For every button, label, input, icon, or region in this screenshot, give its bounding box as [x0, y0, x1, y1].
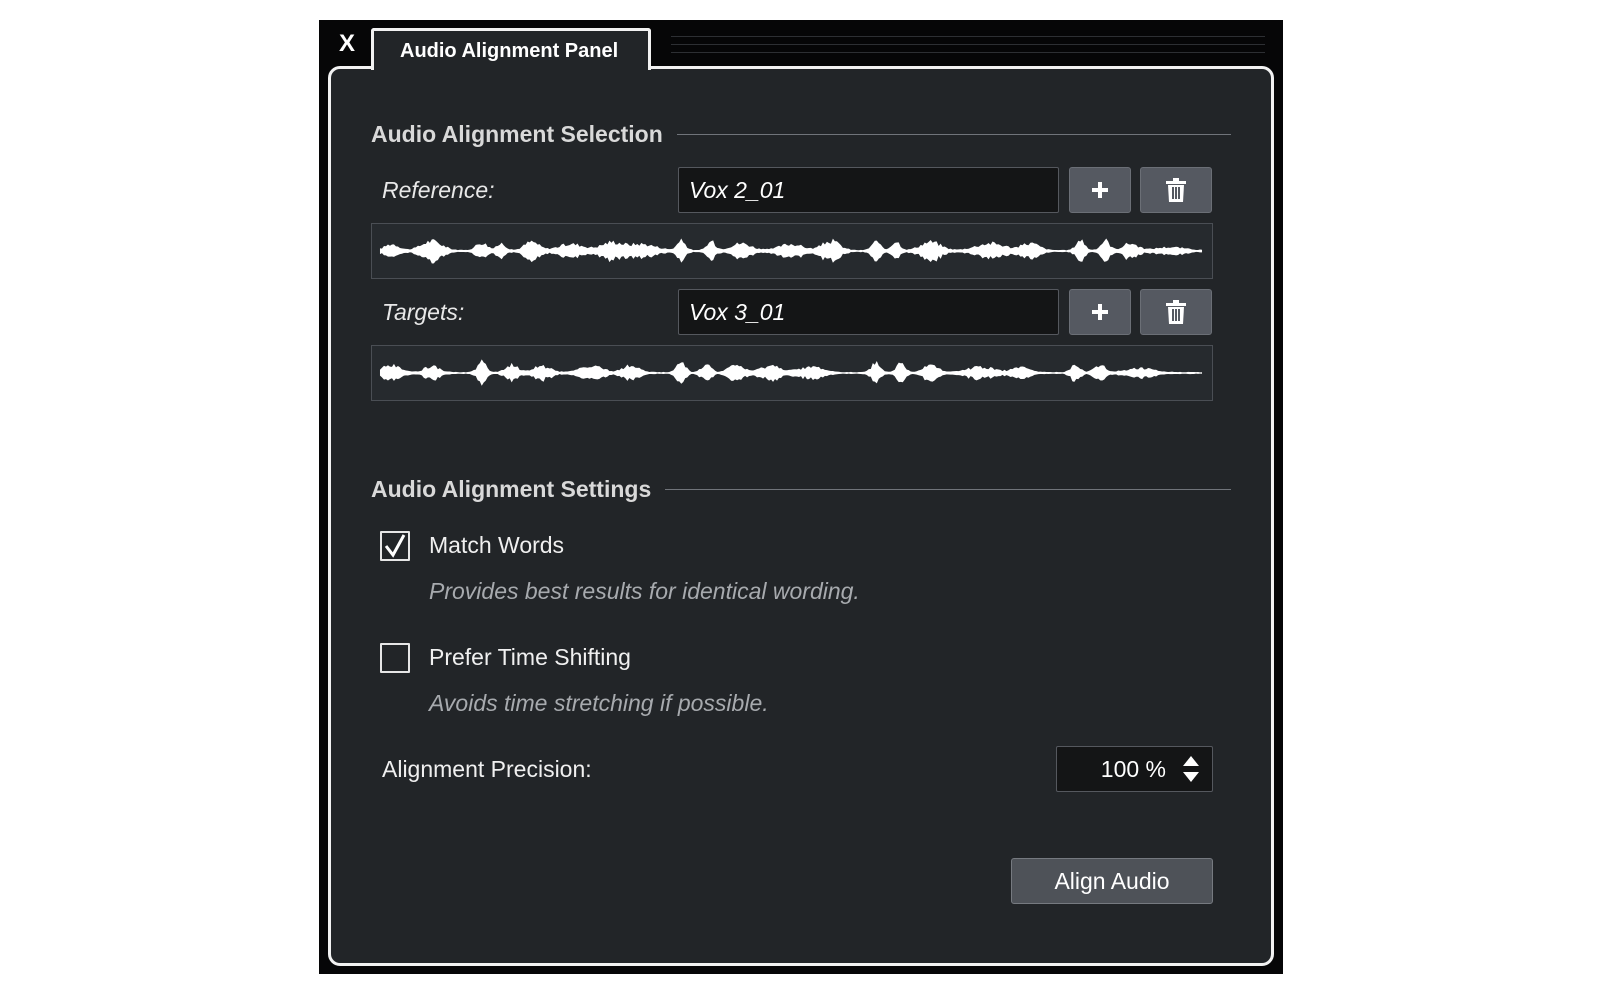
alignment-panel: Audio Alignment Selection Reference: Vox…: [328, 66, 1274, 966]
reference-field[interactable]: Vox 2_01: [678, 167, 1059, 213]
up-down-arrows-icon[interactable]: [1182, 755, 1200, 783]
prefer-time-shifting-label[interactable]: Prefer Time Shifting: [429, 642, 631, 672]
remove-target-button[interactable]: [1140, 289, 1212, 335]
prefer-time-shifting-description: Avoids time stretching if possible.: [429, 690, 769, 716]
selection-section-title: Audio Alignment Selection: [371, 119, 1231, 149]
reference-waveform: [371, 223, 1213, 279]
match-words-description: Provides best results for identical word…: [429, 578, 860, 604]
align-audio-button[interactable]: Align Audio: [1011, 858, 1213, 904]
alignment-precision-value[interactable]: 100 %: [1101, 747, 1166, 791]
reference-waveform-graphic: [379, 238, 1203, 264]
selection-section-label: Audio Alignment Selection: [371, 121, 663, 147]
targets-waveform-graphic: [379, 359, 1203, 386]
alignment-precision-stepper[interactable]: 100 %: [1056, 746, 1213, 792]
section-divider: [676, 133, 1231, 135]
add-target-button[interactable]: [1069, 289, 1131, 335]
waveform-path: [379, 359, 1203, 386]
prefer-time-shifting-checkbox[interactable]: [380, 643, 410, 673]
targets-field[interactable]: Vox 3_01: [678, 289, 1059, 335]
waveform-path: [379, 238, 1203, 264]
remove-reference-button[interactable]: [1140, 167, 1212, 213]
title-bar-rule: [671, 36, 1265, 37]
title-bar-rule: [671, 52, 1265, 53]
settings-section-title: Audio Alignment Settings: [371, 474, 1231, 504]
audio-alignment-window: X Audio Alignment Panel Audio Alignment …: [319, 20, 1283, 974]
settings-section-label: Audio Alignment Settings: [371, 476, 652, 502]
trash-icon: [1166, 178, 1186, 202]
checkmark-icon: [384, 534, 406, 558]
tab-connector: [374, 64, 648, 70]
targets-waveform: [371, 345, 1213, 401]
targets-label: Targets:: [382, 299, 465, 325]
add-reference-button[interactable]: [1069, 167, 1131, 213]
alignment-precision-label: Alignment Precision:: [382, 756, 592, 782]
match-words-checkbox[interactable]: [380, 531, 410, 561]
plus-icon: [1092, 304, 1108, 320]
plus-icon: [1092, 182, 1108, 198]
trash-icon: [1166, 300, 1186, 324]
section-divider: [665, 488, 1231, 490]
title-bar-rule: [671, 44, 1265, 45]
reference-label: Reference:: [382, 177, 495, 203]
close-button[interactable]: X: [335, 30, 359, 58]
match-words-label[interactable]: Match Words: [429, 530, 564, 560]
